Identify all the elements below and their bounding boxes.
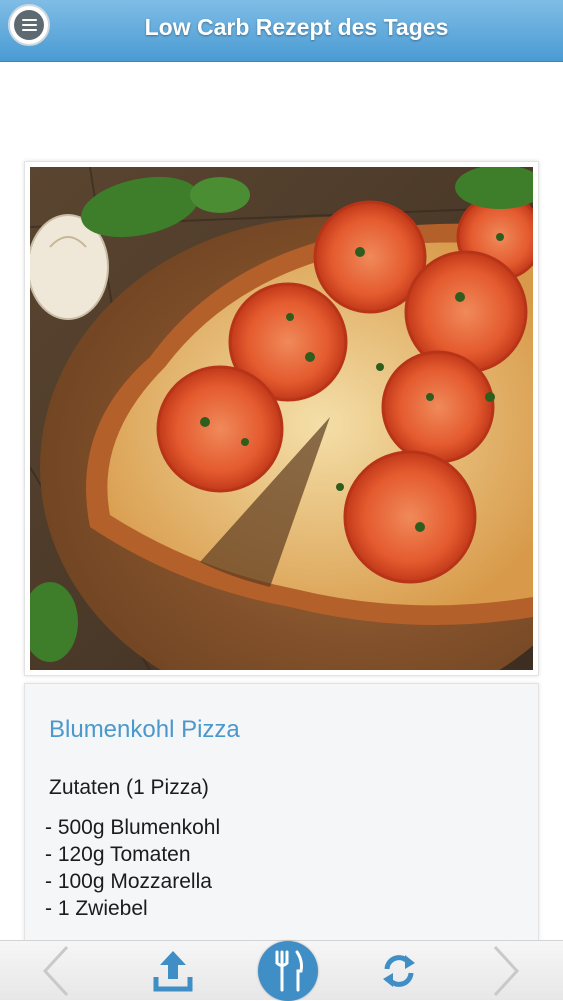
list-item: - 1 Zwiebel: [45, 897, 148, 920]
list-item: - 500g Blumenkohl: [45, 816, 221, 839]
chevron-left-icon: [42, 945, 69, 997]
share-button[interactable]: [150, 945, 196, 997]
menu-icon: [14, 10, 44, 40]
share-upload-icon: [153, 951, 193, 992]
recipe-photo-card: [24, 161, 539, 676]
recipe-title: Blumenkohl Pizza: [49, 716, 240, 743]
refresh-icon: [383, 955, 415, 987]
header-bar: Low Carb Rezept des Tages: [0, 0, 563, 62]
recipe-button[interactable]: [258, 941, 318, 1001]
ingredients-heading: Zutaten (1 Pizza): [49, 776, 209, 799]
pizza-photo: [30, 167, 533, 670]
menu-button[interactable]: [8, 4, 50, 46]
recipe-card: Blumenkohl Pizza Zutaten (1 Pizza) - 500…: [24, 683, 539, 983]
chevron-right-icon: [493, 945, 520, 997]
bottom-toolbar: [0, 940, 563, 1001]
list-item: - 120g Tomaten: [45, 843, 191, 866]
fork-knife-icon: [275, 950, 303, 992]
refresh-button[interactable]: [376, 947, 422, 995]
page-title: Low Carb Rezept des Tages: [144, 14, 449, 40]
previous-button[interactable]: [36, 943, 76, 999]
list-item: - 100g Mozzarella: [45, 870, 212, 893]
ingredients-list: - 500g Blumenkohl - 120g Tomaten - 100g …: [45, 814, 220, 922]
next-button[interactable]: [486, 943, 526, 999]
